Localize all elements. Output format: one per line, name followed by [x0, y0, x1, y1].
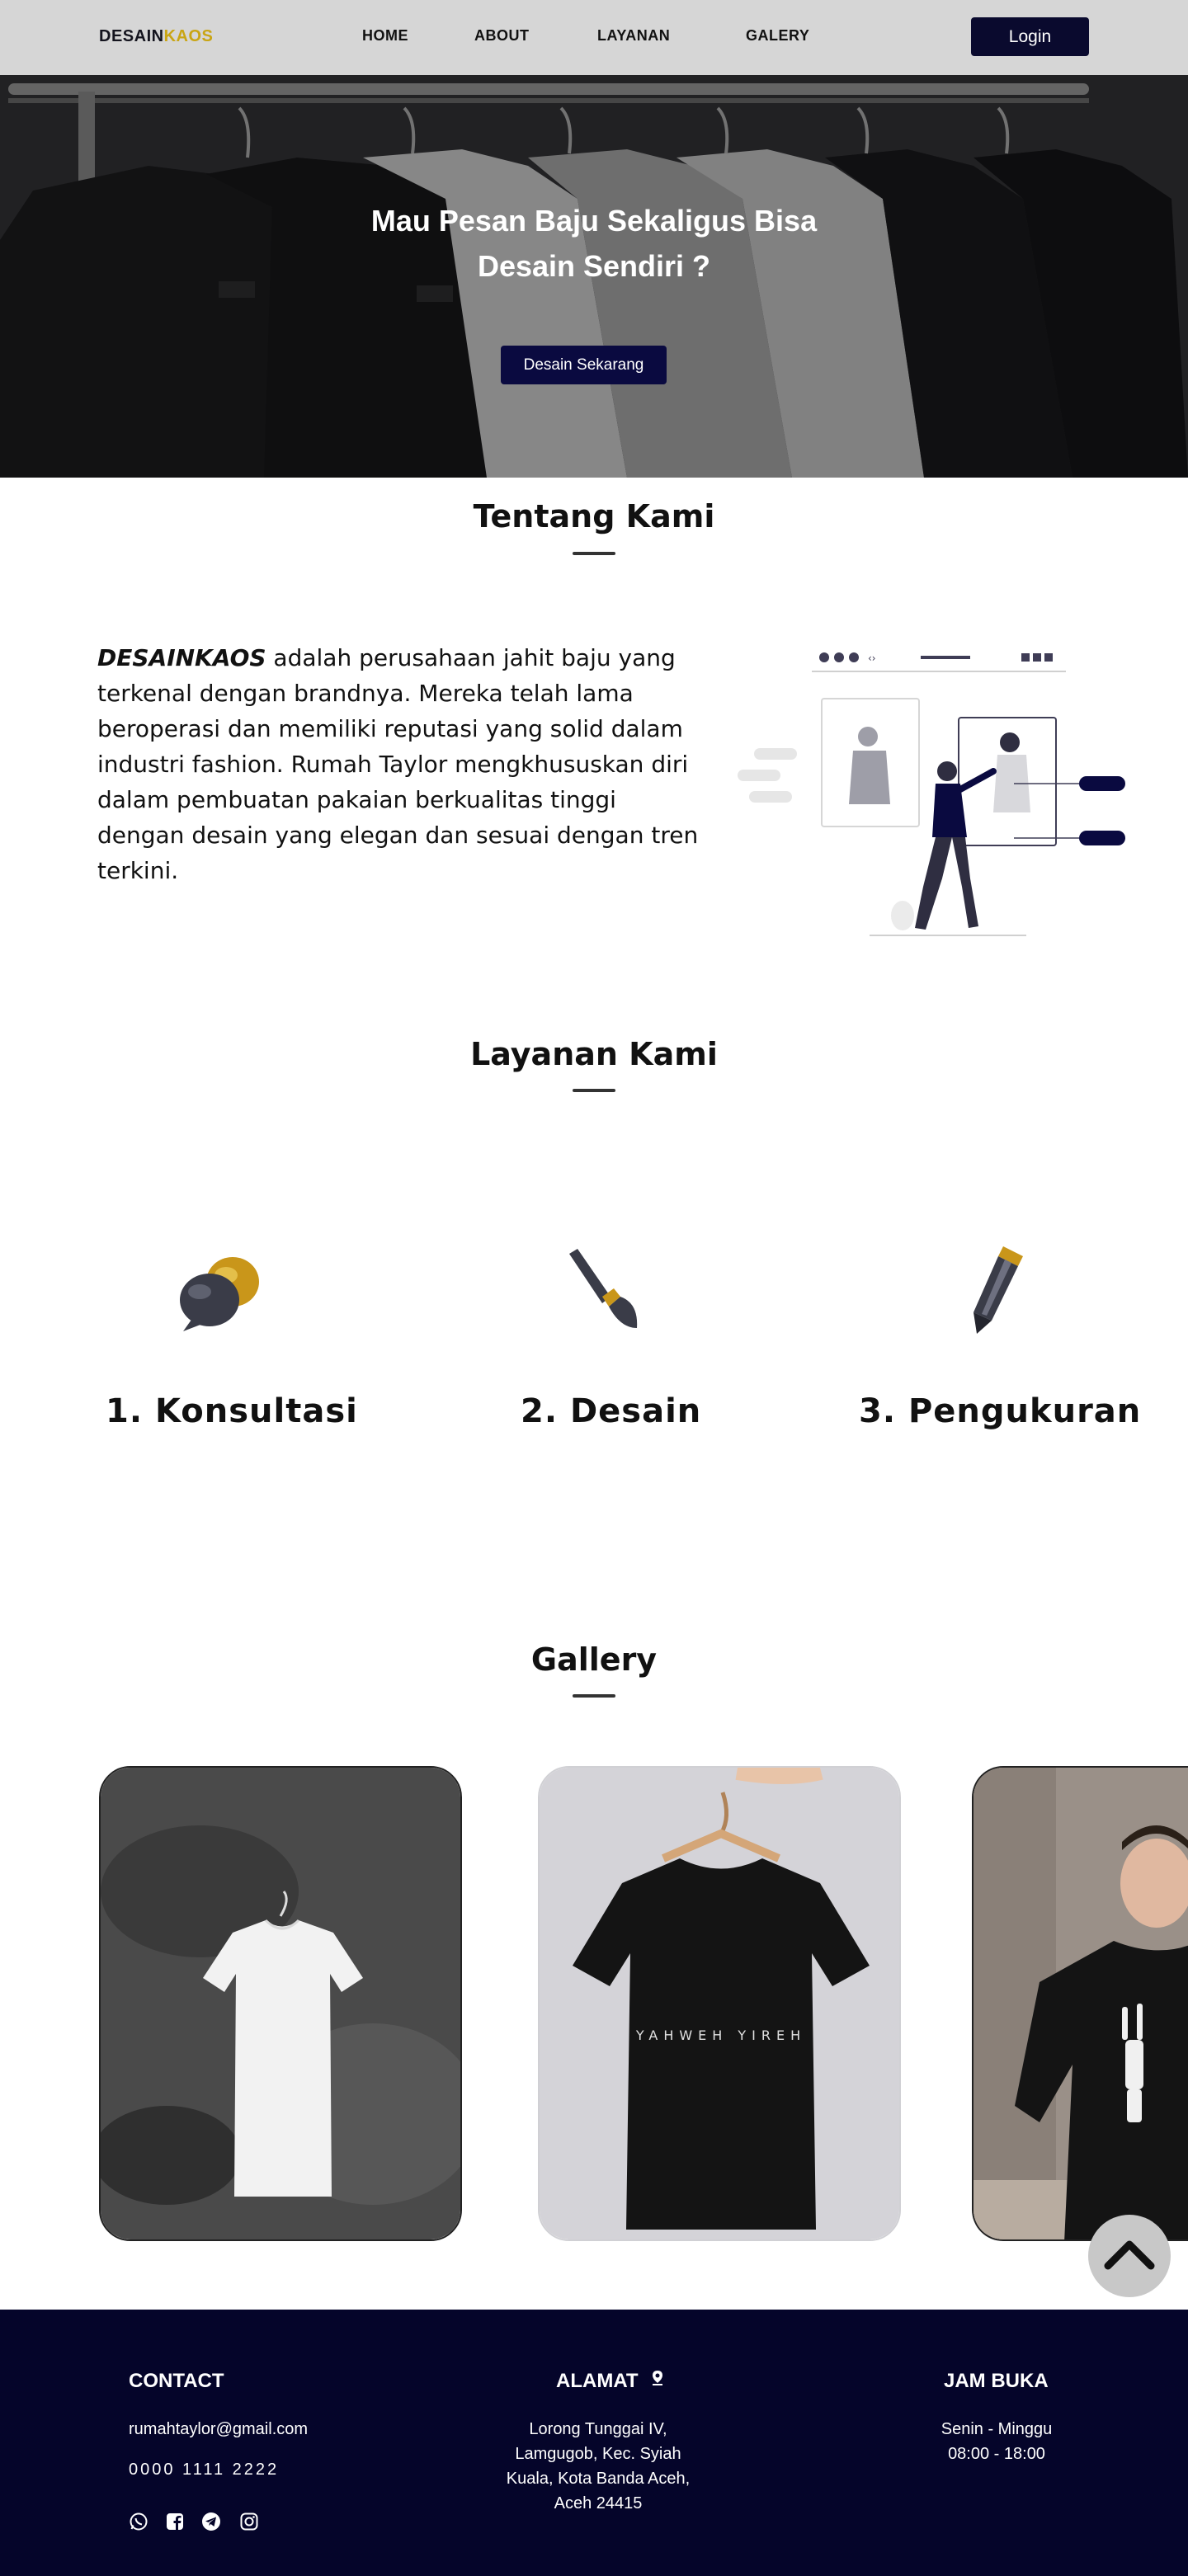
desain-sekarang-button[interactable]: Desain Sekarang [501, 346, 667, 384]
footer-address: Lorong Tunggai IV, Lamgugob, Kec. Syiah … [474, 2417, 722, 2516]
hero-section: Mau Pesan Baju Sekaligus Bisa Desain Sen… [0, 75, 1188, 478]
about-title: Tentang Kami [473, 498, 715, 535]
chevron-up-icon [1104, 2240, 1155, 2270]
nav-link-home[interactable]: HOME [362, 27, 408, 45]
footer-email-link[interactable]: rumahtaylor@gmail.com [129, 2417, 308, 2442]
footer-address-line2: Lamgugob, Kec. Syiah [515, 2445, 681, 2463]
telegram-icon[interactable] [201, 2512, 221, 2531]
footer-address-title: ALAMAT [556, 2370, 665, 2393]
service-label-desain: 2. Desain [521, 1392, 702, 1430]
nav-link-about[interactable]: ABOUT [474, 27, 530, 45]
white-tshirt-photo [101, 1768, 460, 2239]
footer-contact-title: CONTACT [129, 2370, 224, 2392]
fashion-designer-illustration: ‹› [738, 652, 1125, 936]
whatsapp-icon[interactable] [129, 2512, 148, 2531]
brand-logo-part2: KAOS [163, 27, 214, 45]
instagram-icon[interactable] [239, 2512, 259, 2531]
footer-hours-days: Senin - Minggu [940, 2420, 1053, 2438]
login-button[interactable]: Login [971, 17, 1089, 56]
location-pin-icon [653, 2371, 663, 2385]
model-tshirt-photo [974, 1768, 1188, 2239]
svg-text:‹›: ‹› [868, 652, 876, 664]
facebook-icon[interactable] [165, 2512, 185, 2531]
brand-logo[interactable]: DESAINKAOS [99, 27, 213, 46]
footer-address-line3: Kuala, Kota Banda Aceh, [506, 2470, 691, 2488]
about-brand-name: DESAINKAOS [97, 644, 266, 671]
footer-hours-title: JAM BUKA [944, 2370, 1049, 2392]
footer: CONTACT rumahtaylor@gmail.com 0000 1111 … [0, 2310, 1188, 2576]
scroll-to-top-button[interactable] [1088, 2215, 1171, 2297]
gallery-title: Gallery [530, 1641, 658, 1678]
about-body: adalah perusahaan jahit baju yang terken… [97, 644, 699, 884]
paintbrush-icon [569, 1249, 638, 1328]
footer-address-line1: Lorong Tunggai IV, [529, 2420, 667, 2438]
hero-title: Mau Pesan Baju Sekaligus Bisa Desain Sen… [0, 198, 1188, 289]
service-label-konsultasi: 1. Konsultasi [106, 1392, 358, 1430]
nav-link-galery[interactable]: GALERY [746, 27, 809, 45]
footer-address-title-text: ALAMAT [556, 2370, 639, 2392]
service-label-pengukuran: 3. Pengukuran [859, 1392, 1142, 1430]
services-title: Layanan Kami [470, 1036, 718, 1072]
gallery-item-model-tshirt[interactable] [972, 1766, 1188, 2241]
about-description: DESAINKAOS adalah perusahaan jahit baju … [97, 640, 708, 888]
navbar: DESAINKAOS HOME ABOUT LAYANAN GALERY Log… [0, 0, 1188, 75]
footer-phone: 0000 1111 2222 [129, 2461, 280, 2479]
tshirt-print-text: YAHWEH YIREH [635, 2027, 806, 2043]
gallery-item-white-tshirt[interactable] [99, 1766, 462, 2241]
black-tshirt-photo: YAHWEH YIREH [540, 1768, 899, 2239]
gallery-item-black-tshirt[interactable]: YAHWEH YIREH [538, 1766, 901, 2241]
about-title-underline [573, 552, 615, 555]
hero-title-line1: Mau Pesan Baju Sekaligus Bisa [370, 204, 818, 238]
footer-address-line4: Aceh 24415 [554, 2494, 643, 2512]
chat-bubbles-icon [180, 1257, 259, 1331]
nav-link-layanan[interactable]: LAYANAN [597, 27, 670, 45]
footer-hours-time: 08:00 - 18:00 [948, 2445, 1045, 2463]
pencil-icon [974, 1246, 1023, 1334]
services-title-underline [573, 1089, 615, 1092]
brand-logo-part1: DESAIN [99, 27, 164, 45]
hero-title-line2: Desain Sendiri ? [477, 249, 711, 283]
gallery-title-underline [573, 1694, 615, 1698]
